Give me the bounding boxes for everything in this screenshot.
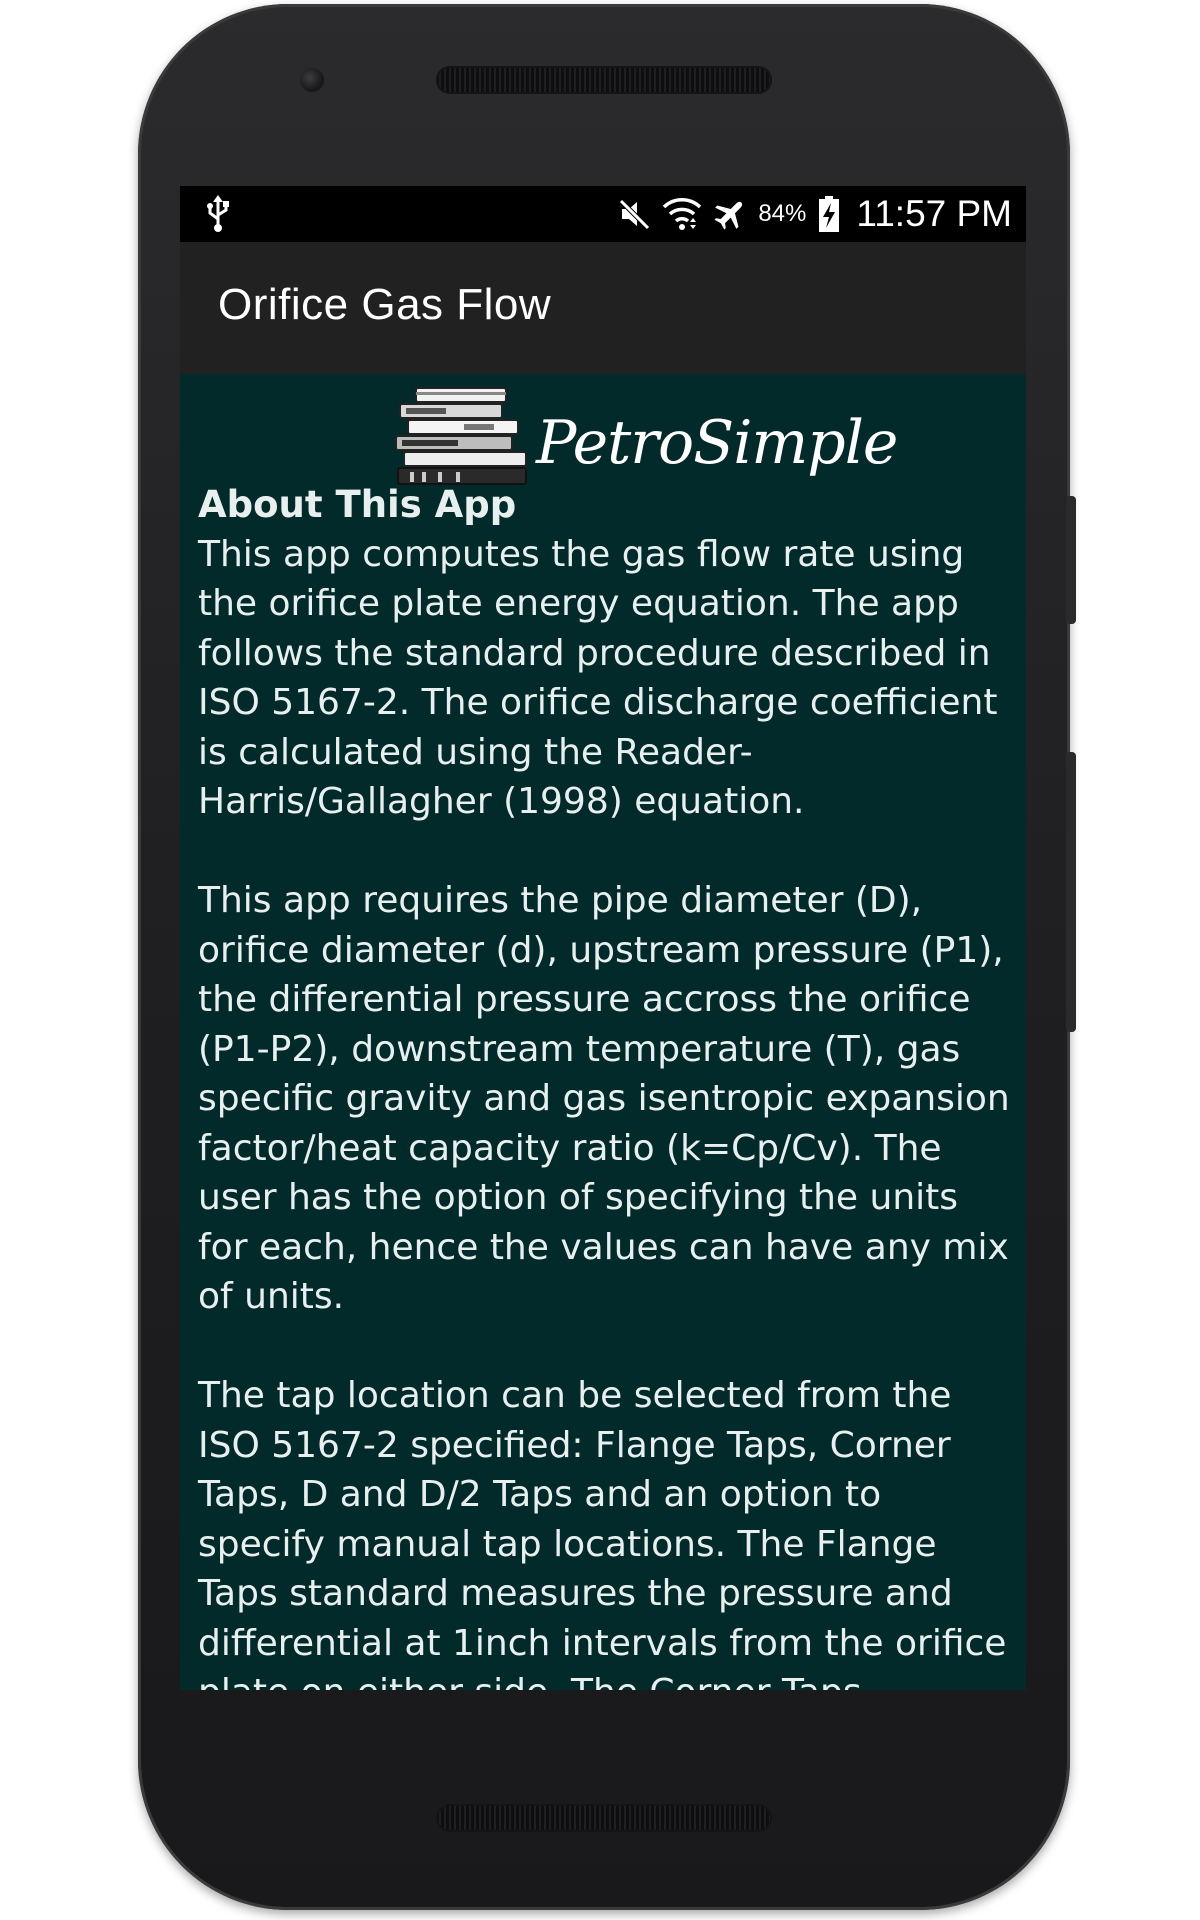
- airplane-icon: [712, 196, 748, 232]
- wifi-icon: [662, 195, 702, 233]
- about-paragraph-3: The tap location can be selected from th…: [198, 1375, 1007, 1690]
- about-heading: About This App: [198, 483, 517, 526]
- page: 84% 11:57 PM Orifice Gas Flow PetroSimpl…: [0, 0, 1200, 1920]
- app-title: Orifice Gas Flow: [218, 280, 552, 329]
- front-camera: [300, 68, 324, 92]
- about-paragraph-1: This app computes the gas flow rate usin…: [198, 533, 998, 823]
- about-content[interactable]: PetroSimple About This App This app comp…: [180, 374, 1026, 1690]
- status-bar: 84% 11:57 PM: [180, 186, 1026, 242]
- power-button: [1066, 496, 1076, 624]
- volume-button: [1066, 752, 1076, 1032]
- logo-text: PetroSimple: [536, 408, 898, 478]
- mute-icon: [618, 197, 652, 231]
- earpiece-speaker: [436, 66, 772, 94]
- about-paragraph-2: This app requires the pipe diameter (D),…: [198, 880, 1010, 1317]
- app-bar: Orifice Gas Flow: [180, 242, 1026, 374]
- usb-icon: [206, 195, 230, 233]
- petrosimple-logo: PetroSimple: [394, 386, 898, 486]
- books-logo-icon: [395, 387, 527, 485]
- battery-percent: 84%: [758, 200, 807, 227]
- status-time: 11:57 PM: [856, 193, 1012, 234]
- device-screen: 84% 11:57 PM Orifice Gas Flow PetroSimpl…: [180, 186, 1026, 1690]
- bottom-speaker: [436, 1804, 772, 1832]
- battery-charging-icon: [818, 195, 840, 233]
- about-text: About This App This app computes the gas…: [198, 480, 1014, 1690]
